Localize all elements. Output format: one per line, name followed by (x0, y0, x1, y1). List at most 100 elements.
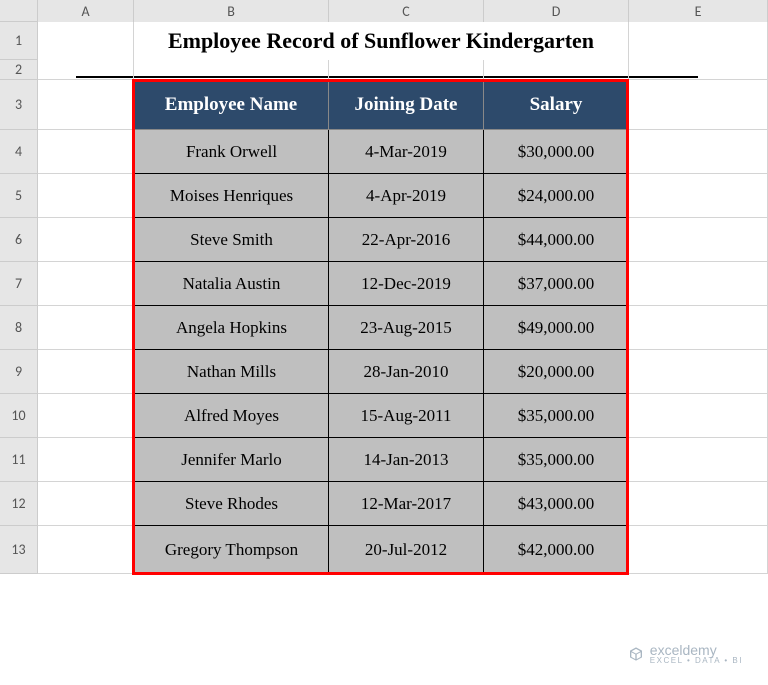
cell-E4[interactable] (629, 130, 768, 174)
cell-name[interactable]: Jennifer Marlo (134, 438, 329, 482)
row-header-6[interactable]: 6 (0, 218, 38, 262)
spreadsheet: ABCDE 12345678910111213 Employee Record … (0, 0, 768, 685)
cell-date[interactable]: 20-Jul-2012 (329, 526, 484, 574)
table-header-name[interactable]: Employee Name (134, 80, 329, 130)
cell-A8[interactable] (38, 306, 134, 350)
row-header-11[interactable]: 11 (0, 438, 38, 482)
cell-date[interactable]: 28-Jan-2010 (329, 350, 484, 394)
cell-A13[interactable] (38, 526, 134, 574)
table-row: Nathan Mills28-Jan-2010$20,000.00 (38, 350, 768, 394)
watermark: exceldemy EXCEL • DATA • BI (628, 642, 743, 665)
cell-name[interactable]: Frank Orwell (134, 130, 329, 174)
cell-A3[interactable] (38, 80, 134, 130)
cell-E2[interactable] (629, 60, 768, 80)
row-header-13[interactable]: 13 (0, 526, 38, 574)
cell-name[interactable]: Moises Henriques (134, 174, 329, 218)
cell-name[interactable]: Steve Smith (134, 218, 329, 262)
cell-salary[interactable]: $43,000.00 (484, 482, 629, 526)
cell-name[interactable]: Steve Rhodes (134, 482, 329, 526)
cell-grid[interactable]: Employee Record of Sunflower Kindergarte… (38, 22, 768, 574)
table-row: Natalia Austin12-Dec-2019$37,000.00 (38, 262, 768, 306)
cell-E8[interactable] (629, 306, 768, 350)
cell-E3[interactable] (629, 80, 768, 130)
cell-salary[interactable]: $44,000.00 (484, 218, 629, 262)
cell-E6[interactable] (629, 218, 768, 262)
cell-name[interactable]: Angela Hopkins (134, 306, 329, 350)
cell-salary[interactable]: $24,000.00 (484, 174, 629, 218)
cell-salary[interactable]: $30,000.00 (484, 130, 629, 174)
cell-salary[interactable]: $37,000.00 (484, 262, 629, 306)
cell-E9[interactable] (629, 350, 768, 394)
cell-salary[interactable]: $35,000.00 (484, 438, 629, 482)
cell-name[interactable]: Gregory Thompson (134, 526, 329, 574)
cell-A1[interactable] (38, 22, 134, 60)
table-row: Steve Rhodes12-Mar-2017$43,000.00 (38, 482, 768, 526)
cube-icon (628, 646, 644, 662)
watermark-tagline: EXCEL • DATA • BI (650, 656, 743, 665)
cell-E7[interactable] (629, 262, 768, 306)
table-row: Gregory Thompson20-Jul-2012$42,000.00 (38, 526, 768, 574)
cell-E10[interactable] (629, 394, 768, 438)
table-row: Frank Orwell4-Mar-2019$30,000.00 (38, 130, 768, 174)
cell-date[interactable]: 12-Mar-2017 (329, 482, 484, 526)
cell-date[interactable]: 22-Apr-2016 (329, 218, 484, 262)
cell-date[interactable]: 15-Aug-2011 (329, 394, 484, 438)
title-text: Employee Record of Sunflower Kindergarte… (168, 28, 594, 54)
table-row: Moises Henriques4-Apr-2019$24,000.00 (38, 174, 768, 218)
col-header-C[interactable]: C (329, 0, 484, 22)
row-header-12[interactable]: 12 (0, 482, 38, 526)
cell-E12[interactable] (629, 482, 768, 526)
cell-D2[interactable] (484, 60, 629, 80)
col-header-B[interactable]: B (134, 0, 329, 22)
row-header-9[interactable]: 9 (0, 350, 38, 394)
table-row: Angela Hopkins23-Aug-2015$49,000.00 (38, 306, 768, 350)
row-header-4[interactable]: 4 (0, 130, 38, 174)
table-row: Steve Smith22-Apr-2016$44,000.00 (38, 218, 768, 262)
col-header-D[interactable]: D (484, 0, 629, 22)
select-all-corner[interactable] (0, 0, 38, 22)
cell-date[interactable]: 14-Jan-2013 (329, 438, 484, 482)
cell-E5[interactable] (629, 174, 768, 218)
cell-A10[interactable] (38, 394, 134, 438)
cell-date[interactable]: 4-Apr-2019 (329, 174, 484, 218)
cell-A6[interactable] (38, 218, 134, 262)
table-row: Alfred Moyes15-Aug-2011$35,000.00 (38, 394, 768, 438)
col-header-E[interactable]: E (629, 0, 768, 22)
page-title[interactable]: Employee Record of Sunflower Kindergarte… (134, 22, 629, 60)
row-header-8[interactable]: 8 (0, 306, 38, 350)
cell-salary[interactable]: $35,000.00 (484, 394, 629, 438)
cell-A7[interactable] (38, 262, 134, 306)
cell-B2[interactable] (134, 60, 329, 80)
row-header-2[interactable]: 2 (0, 60, 38, 80)
table-header-salary[interactable]: Salary (484, 80, 629, 130)
cell-A4[interactable] (38, 130, 134, 174)
cell-name[interactable]: Alfred Moyes (134, 394, 329, 438)
cell-name[interactable]: Natalia Austin (134, 262, 329, 306)
cell-E11[interactable] (629, 438, 768, 482)
cell-A5[interactable] (38, 174, 134, 218)
cell-A12[interactable] (38, 482, 134, 526)
watermark-text: exceldemy EXCEL • DATA • BI (650, 642, 743, 665)
row-header-5[interactable]: 5 (0, 174, 38, 218)
row-header-3[interactable]: 3 (0, 80, 38, 130)
cell-date[interactable]: 23-Aug-2015 (329, 306, 484, 350)
cell-name[interactable]: Nathan Mills (134, 350, 329, 394)
row-header-1[interactable]: 1 (0, 22, 38, 60)
cell-salary[interactable]: $42,000.00 (484, 526, 629, 574)
table-header-date[interactable]: Joining Date (329, 80, 484, 130)
cell-A9[interactable] (38, 350, 134, 394)
row-header-10[interactable]: 10 (0, 394, 38, 438)
cell-E13[interactable] (629, 526, 768, 574)
row-header-7[interactable]: 7 (0, 262, 38, 306)
col-header-A[interactable]: A (38, 0, 134, 22)
row-headers: 12345678910111213 (0, 22, 38, 574)
cell-salary[interactable]: $49,000.00 (484, 306, 629, 350)
table-row: Jennifer Marlo14-Jan-2013$35,000.00 (38, 438, 768, 482)
cell-A11[interactable] (38, 438, 134, 482)
cell-date[interactable]: 4-Mar-2019 (329, 130, 484, 174)
cell-date[interactable]: 12-Dec-2019 (329, 262, 484, 306)
cell-E1[interactable] (629, 22, 768, 60)
cell-C2[interactable] (329, 60, 484, 80)
cell-salary[interactable]: $20,000.00 (484, 350, 629, 394)
cell-A2[interactable] (38, 60, 134, 80)
